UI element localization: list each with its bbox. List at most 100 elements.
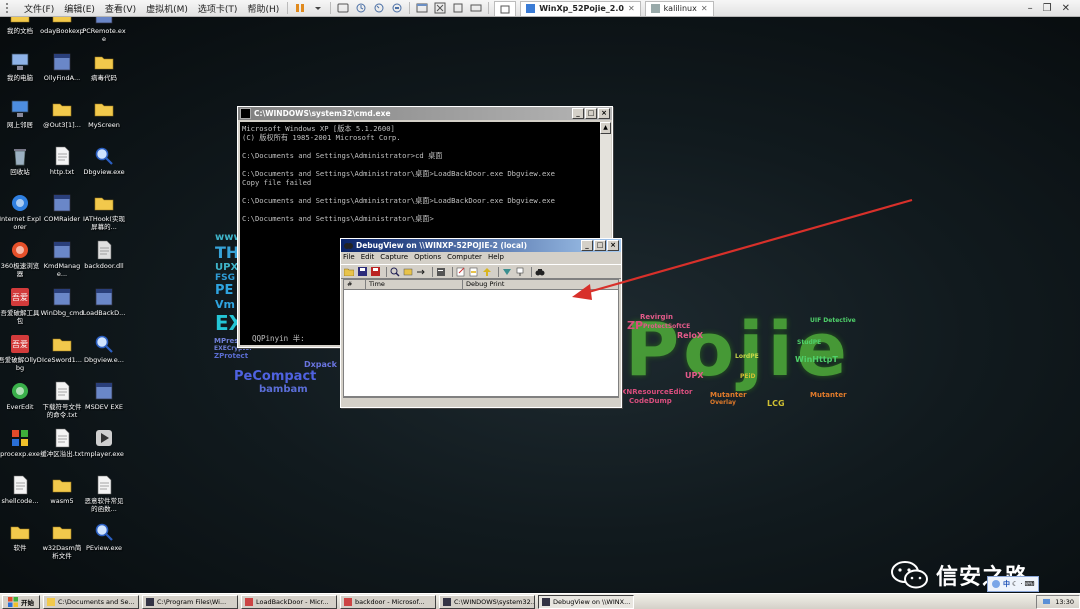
tab-kalilinux[interactable]: kalilinux ✕	[644, 0, 714, 16]
menu-edit[interactable]: 编辑(E)	[59, 2, 100, 15]
maximize-button[interactable]: □	[594, 240, 606, 251]
close-button[interactable]: ×	[598, 108, 610, 119]
column-header-debug-print[interactable]: Debug Print	[463, 280, 618, 289]
network-tray-icon[interactable]	[1042, 597, 1051, 606]
menu-help[interactable]: Help	[488, 253, 504, 263]
menu-computer[interactable]: Computer	[447, 253, 482, 263]
save-icon[interactable]	[357, 267, 367, 277]
capture-kernel-icon[interactable]	[502, 267, 512, 277]
desktop-icon[interactable]: 下载符号文件的命令.txt	[40, 381, 84, 419]
clock[interactable]: 13:30	[1055, 598, 1074, 606]
snapshot-icon[interactable]	[354, 2, 368, 14]
capture-icon[interactable]	[403, 267, 413, 277]
highlight-icon[interactable]	[469, 267, 479, 277]
desktop-icon[interactable]: WinDbg_cmd	[40, 287, 84, 317]
desktop-icon[interactable]: shellcode...	[0, 475, 42, 505]
desktop-icon[interactable]: 病毒代码	[82, 52, 126, 82]
ime-language-bar[interactable]: 中 ☾ · ⌨	[987, 576, 1039, 592]
desktop-icon[interactable]: 360极速浏览器	[0, 240, 42, 278]
save-as-icon[interactable]	[370, 267, 380, 277]
taskbar-button[interactable]: C:\Documents and Se...	[43, 594, 139, 609]
desktop-icon[interactable]: MyScreen	[82, 99, 126, 129]
desktop-icon[interactable]: 我的文档	[0, 17, 42, 35]
desktop-icon[interactable]: PCRemote.exe	[82, 17, 126, 43]
arrow-right-icon[interactable]	[416, 267, 426, 277]
desktop-icon[interactable]: EverEdit	[0, 381, 42, 411]
snapshot-manager-icon[interactable]	[390, 2, 404, 14]
taskbar-button[interactable]: C:\WINDOWS\system32...	[439, 594, 535, 609]
stretch-icon[interactable]	[469, 2, 483, 14]
menu-capture[interactable]: Capture	[380, 253, 408, 263]
desktop-icon[interactable]: 我的电脑	[0, 52, 42, 82]
desktop-icon[interactable]: w32Dasm简析文件	[40, 522, 84, 560]
desktop-icon[interactable]: procexp.exe	[0, 428, 42, 458]
restore-icon[interactable]: ❐	[1043, 3, 1052, 14]
column-header-time[interactable]: Time	[366, 280, 463, 289]
open-icon[interactable]	[344, 267, 354, 277]
minimize-button[interactable]: _	[572, 108, 584, 119]
menu-options[interactable]: Options	[414, 253, 441, 263]
desktop-icon[interactable]: IceSword1...	[40, 334, 84, 364]
tab-home[interactable]	[494, 0, 517, 16]
dropdown-icon[interactable]	[311, 2, 325, 14]
desktop-icon[interactable]: 回收站	[0, 146, 42, 176]
toolbar-grip[interactable]	[6, 3, 16, 13]
tab-winxp[interactable]: WinXp_52Pojie_2.0 ✕	[520, 0, 641, 16]
menu-file[interactable]: 文件(F)	[19, 2, 59, 15]
pause-icon[interactable]	[293, 2, 307, 14]
desktop-icon[interactable]: LoadBackD...	[82, 287, 126, 317]
fullscreen-icon[interactable]	[433, 2, 447, 14]
menu-view[interactable]: 查看(V)	[100, 2, 141, 15]
ime-lang-indicator[interactable]: 中	[1003, 579, 1010, 589]
clear-display-icon[interactable]	[436, 267, 446, 277]
desktop-icon[interactable]: 吾爱 吾爱破解OllyDbg	[0, 334, 42, 372]
start-button[interactable]: 开始	[2, 594, 40, 609]
desktop-icon[interactable]: 软件	[0, 522, 42, 552]
connect-icon[interactable]	[535, 267, 545, 277]
find-icon[interactable]	[390, 267, 400, 277]
debugview-titlebar[interactable]: DebugView on \\WINXP-52POJIE-2 (local) _…	[341, 239, 621, 252]
desktop-icon[interactable]: Dbgview.exe	[82, 146, 126, 176]
desktop-icon[interactable]: Internet Explorer	[0, 193, 42, 231]
tab-close-icon[interactable]: ✕	[628, 4, 635, 13]
column-header-number[interactable]: #	[344, 280, 366, 289]
desktop-icon[interactable]: odayBookexp	[40, 17, 84, 35]
minimize-button[interactable]: _	[581, 240, 593, 251]
desktop-icon[interactable]: IATHook(实现屏幕的...	[82, 193, 126, 231]
ime-keyboard-icon[interactable]: ⌨	[1025, 580, 1035, 588]
taskbar-button[interactable]: DebugView on \\WINX...	[538, 594, 634, 609]
desktop-icon[interactable]: backdoor.dll	[82, 240, 126, 270]
capture-win32-icon[interactable]	[515, 267, 525, 277]
filter-icon[interactable]	[456, 267, 466, 277]
minimize-icon[interactable]: –	[1028, 3, 1033, 14]
desktop-icon[interactable]: @Out3[1]...	[40, 99, 84, 129]
unity-icon[interactable]	[451, 2, 465, 14]
taskbar-button[interactable]: LoadBackDoor - Micr...	[241, 594, 337, 609]
menu-help[interactable]: 帮助(H)	[242, 2, 284, 15]
desktop-icon[interactable]: Dbgview.e...	[82, 334, 126, 364]
cmd-titlebar[interactable]: C:\WINDOWS\system32\cmd.exe _ □ ×	[238, 107, 612, 120]
maximize-button[interactable]: □	[585, 108, 597, 119]
revert-snapshot-icon[interactable]	[372, 2, 386, 14]
desktop-icon[interactable]: http.txt	[40, 146, 84, 176]
close-button[interactable]: ×	[607, 240, 619, 251]
scroll-up-icon[interactable]: ▲	[600, 122, 611, 134]
close-icon[interactable]: ✕	[1062, 3, 1070, 14]
debug-output-list[interactable]: # Time Debug Print	[343, 279, 619, 397]
debugview-window[interactable]: DebugView on \\WINXP-52POJIE-2 (local) _…	[340, 238, 622, 408]
desktop-icon[interactable]: MSDEV EXE	[82, 381, 126, 411]
menu-edit[interactable]: Edit	[361, 253, 375, 263]
desktop-icon[interactable]: OllyFindA...	[40, 52, 84, 82]
desktop-icon[interactable]: 吾爱 吾爱破解工具包	[0, 287, 42, 325]
desktop-icon[interactable]: KmdManage...	[40, 240, 84, 278]
taskbar-button[interactable]: backdoor - Microsof...	[340, 594, 436, 609]
desktop-icon[interactable]: wasm5	[40, 475, 84, 505]
desktop-icon[interactable]: mplayer.exe	[82, 428, 126, 458]
send-ctrl-alt-del-icon[interactable]	[336, 2, 350, 14]
desktop-icon[interactable]: COMRaider	[40, 193, 84, 223]
taskbar-button[interactable]: C:\Program Files\Wi...	[142, 594, 238, 609]
autoscroll-icon[interactable]	[482, 267, 492, 277]
menu-tabs[interactable]: 选项卡(T)	[193, 2, 243, 15]
console-view-icon[interactable]	[415, 2, 429, 14]
desktop-icon[interactable]: 网上邻居	[0, 99, 42, 129]
